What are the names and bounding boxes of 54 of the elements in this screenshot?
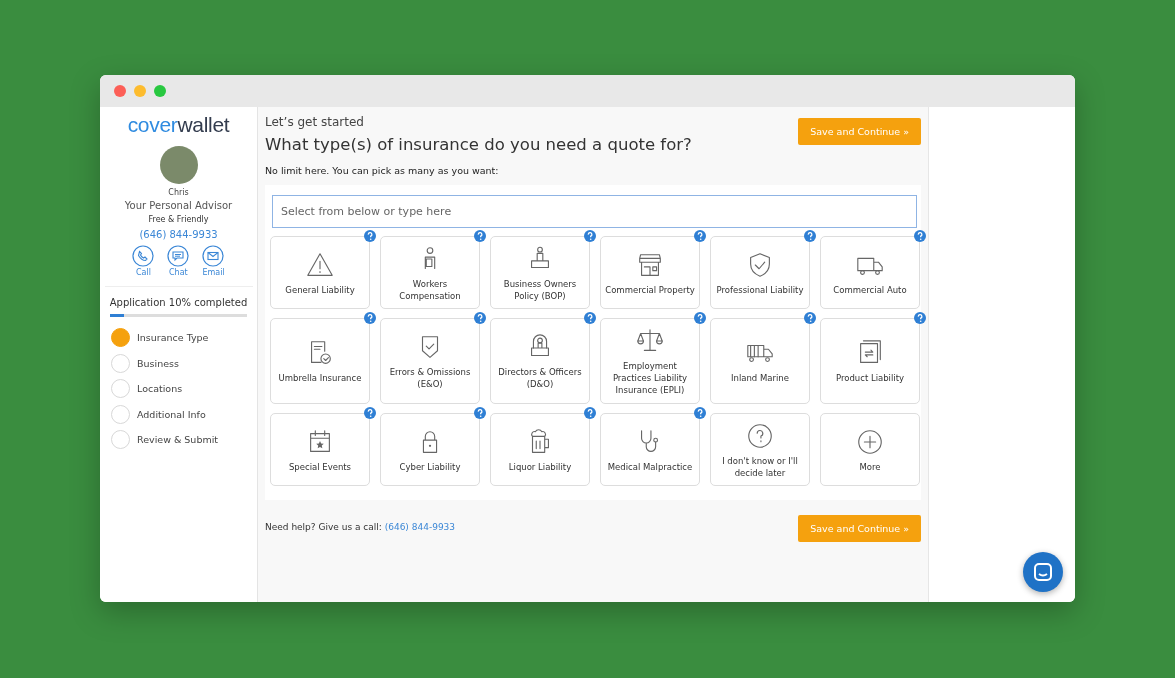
help-icon[interactable] [584, 312, 596, 324]
step-label[interactable]: Business [137, 357, 179, 369]
insurance-option[interactable]: Inland Marine [710, 318, 810, 404]
insurance-option[interactable]: More [820, 413, 920, 486]
window-close-button[interactable] [114, 85, 126, 97]
search-field[interactable]: Select from below or type here [272, 195, 917, 228]
help-icon[interactable] [694, 230, 706, 242]
step-label[interactable]: Locations [137, 383, 183, 394]
help-icon[interactable] [914, 312, 926, 324]
chat-icon [1033, 562, 1053, 582]
step-label[interactable]: Insurance Type [137, 332, 209, 343]
phone-link[interactable]: (646) 844-9933 [384, 522, 456, 532]
insurance-option[interactable]: Directors & Officers (D&O) [490, 318, 590, 404]
instruction-text: No limit here. You can pick as many as you want: [265, 165, 500, 176]
insurance-option[interactable]: Special Events [270, 413, 370, 486]
insurance-option[interactable]: Liquor Liability [490, 413, 590, 486]
advisor-role: Your Personal Advisor [124, 200, 233, 211]
progress-label: Application 10% completed [109, 297, 248, 308]
help-icon[interactable] [584, 407, 596, 419]
help-icon[interactable] [804, 230, 816, 242]
insurance-option[interactable]: Commercial Auto [820, 236, 920, 309]
help-icon[interactable] [804, 312, 816, 324]
help-icon[interactable] [584, 230, 596, 242]
help-icon[interactable] [694, 312, 706, 324]
insurance-option[interactable]: Employment Practices Liability Insurance (EPLI) [600, 318, 700, 404]
avatar [159, 146, 198, 184]
insurance-option[interactable]: Workers Compensation [380, 236, 480, 309]
help-icon[interactable] [364, 312, 376, 324]
step-label[interactable]: Additional Info [137, 408, 206, 420]
insurance-option[interactable]: Cyber Liability [380, 413, 480, 486]
help-icon[interactable] [364, 230, 376, 242]
insurance-option[interactable]: Umbrella Insurance [270, 318, 370, 404]
phone-link[interactable]: (646) 844-9933 [139, 229, 218, 240]
insurance-option[interactable]: General Liability [270, 236, 370, 309]
help-icon[interactable] [474, 312, 486, 324]
insurance-option[interactable]: Product Liability [820, 318, 920, 404]
advisor-tagline: Free & Friendly [148, 215, 209, 224]
help-text: Need help? Give us a call: [265, 522, 383, 532]
insurance-option[interactable]: Business Owners Policy (BOP) [490, 236, 590, 309]
eyebrow-text: Let’s get started [265, 115, 365, 129]
step-label[interactable]: Review & Submit [137, 434, 219, 445]
advisor-name: Chris [168, 188, 189, 197]
insurance-option[interactable]: Commercial Property [600, 236, 700, 309]
help-icon[interactable] [474, 230, 486, 242]
logo: coverwallet [127, 113, 230, 137]
help-icon[interactable] [914, 230, 926, 242]
page-title: What type(s) of insurance do you need a quote for? [265, 135, 692, 154]
help-icon[interactable] [474, 407, 486, 419]
insurance-option[interactable]: Professional Liability [710, 236, 810, 309]
help-icon[interactable] [364, 407, 376, 419]
help-icon[interactable] [694, 407, 706, 419]
insurance-option[interactable]: I don't know or I'll decide later [710, 413, 810, 486]
insurance-option[interactable]: Medical Malpractice [600, 413, 700, 486]
insurance-option[interactable]: Errors & Omissions (E&O) [380, 318, 480, 404]
